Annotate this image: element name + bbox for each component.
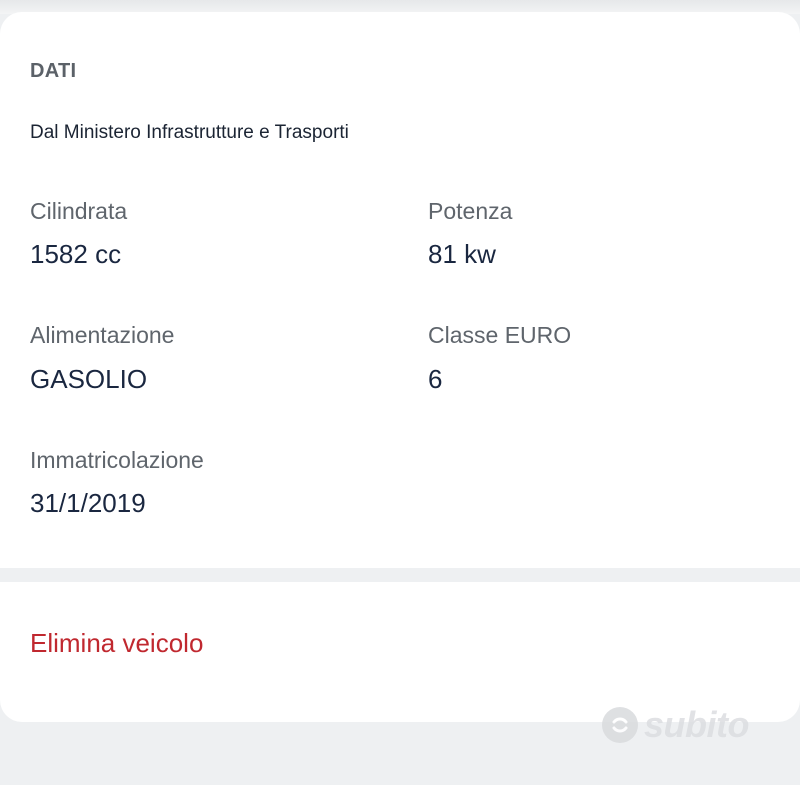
- cilindrata-value: 1582 cc: [30, 239, 122, 269]
- section-subtitle: Dal Ministero Infrastrutture e Trasporti: [30, 122, 349, 143]
- watermark-brand-text: subito: [644, 704, 749, 745]
- section-divider: [0, 568, 800, 582]
- potenza-value: 81 kw: [428, 239, 496, 269]
- section-title: DATI: [30, 60, 77, 82]
- potenza-label: Potenza: [428, 198, 513, 224]
- immatricolazione-label: Immatricolazione: [30, 447, 204, 473]
- subito-watermark: subito: [602, 704, 749, 746]
- alimentazione-value: GASOLIO: [30, 364, 148, 394]
- delete-vehicle-button[interactable]: Elimina veicolo: [30, 628, 203, 659]
- vehicle-actions-card: Elimina veicolo: [0, 582, 800, 722]
- cilindrata-label: Cilindrata: [30, 198, 128, 224]
- subito-logo-icon: [602, 707, 638, 743]
- classe-euro-label: Classe EURO: [428, 322, 572, 348]
- immatricolazione-value: 31/1/2019: [30, 488, 146, 518]
- alimentazione-label: Alimentazione: [30, 322, 175, 348]
- classe-euro-value: 6: [428, 364, 443, 394]
- vehicle-data-card: DATI Dal Ministero Infrastrutture e Tras…: [0, 12, 800, 568]
